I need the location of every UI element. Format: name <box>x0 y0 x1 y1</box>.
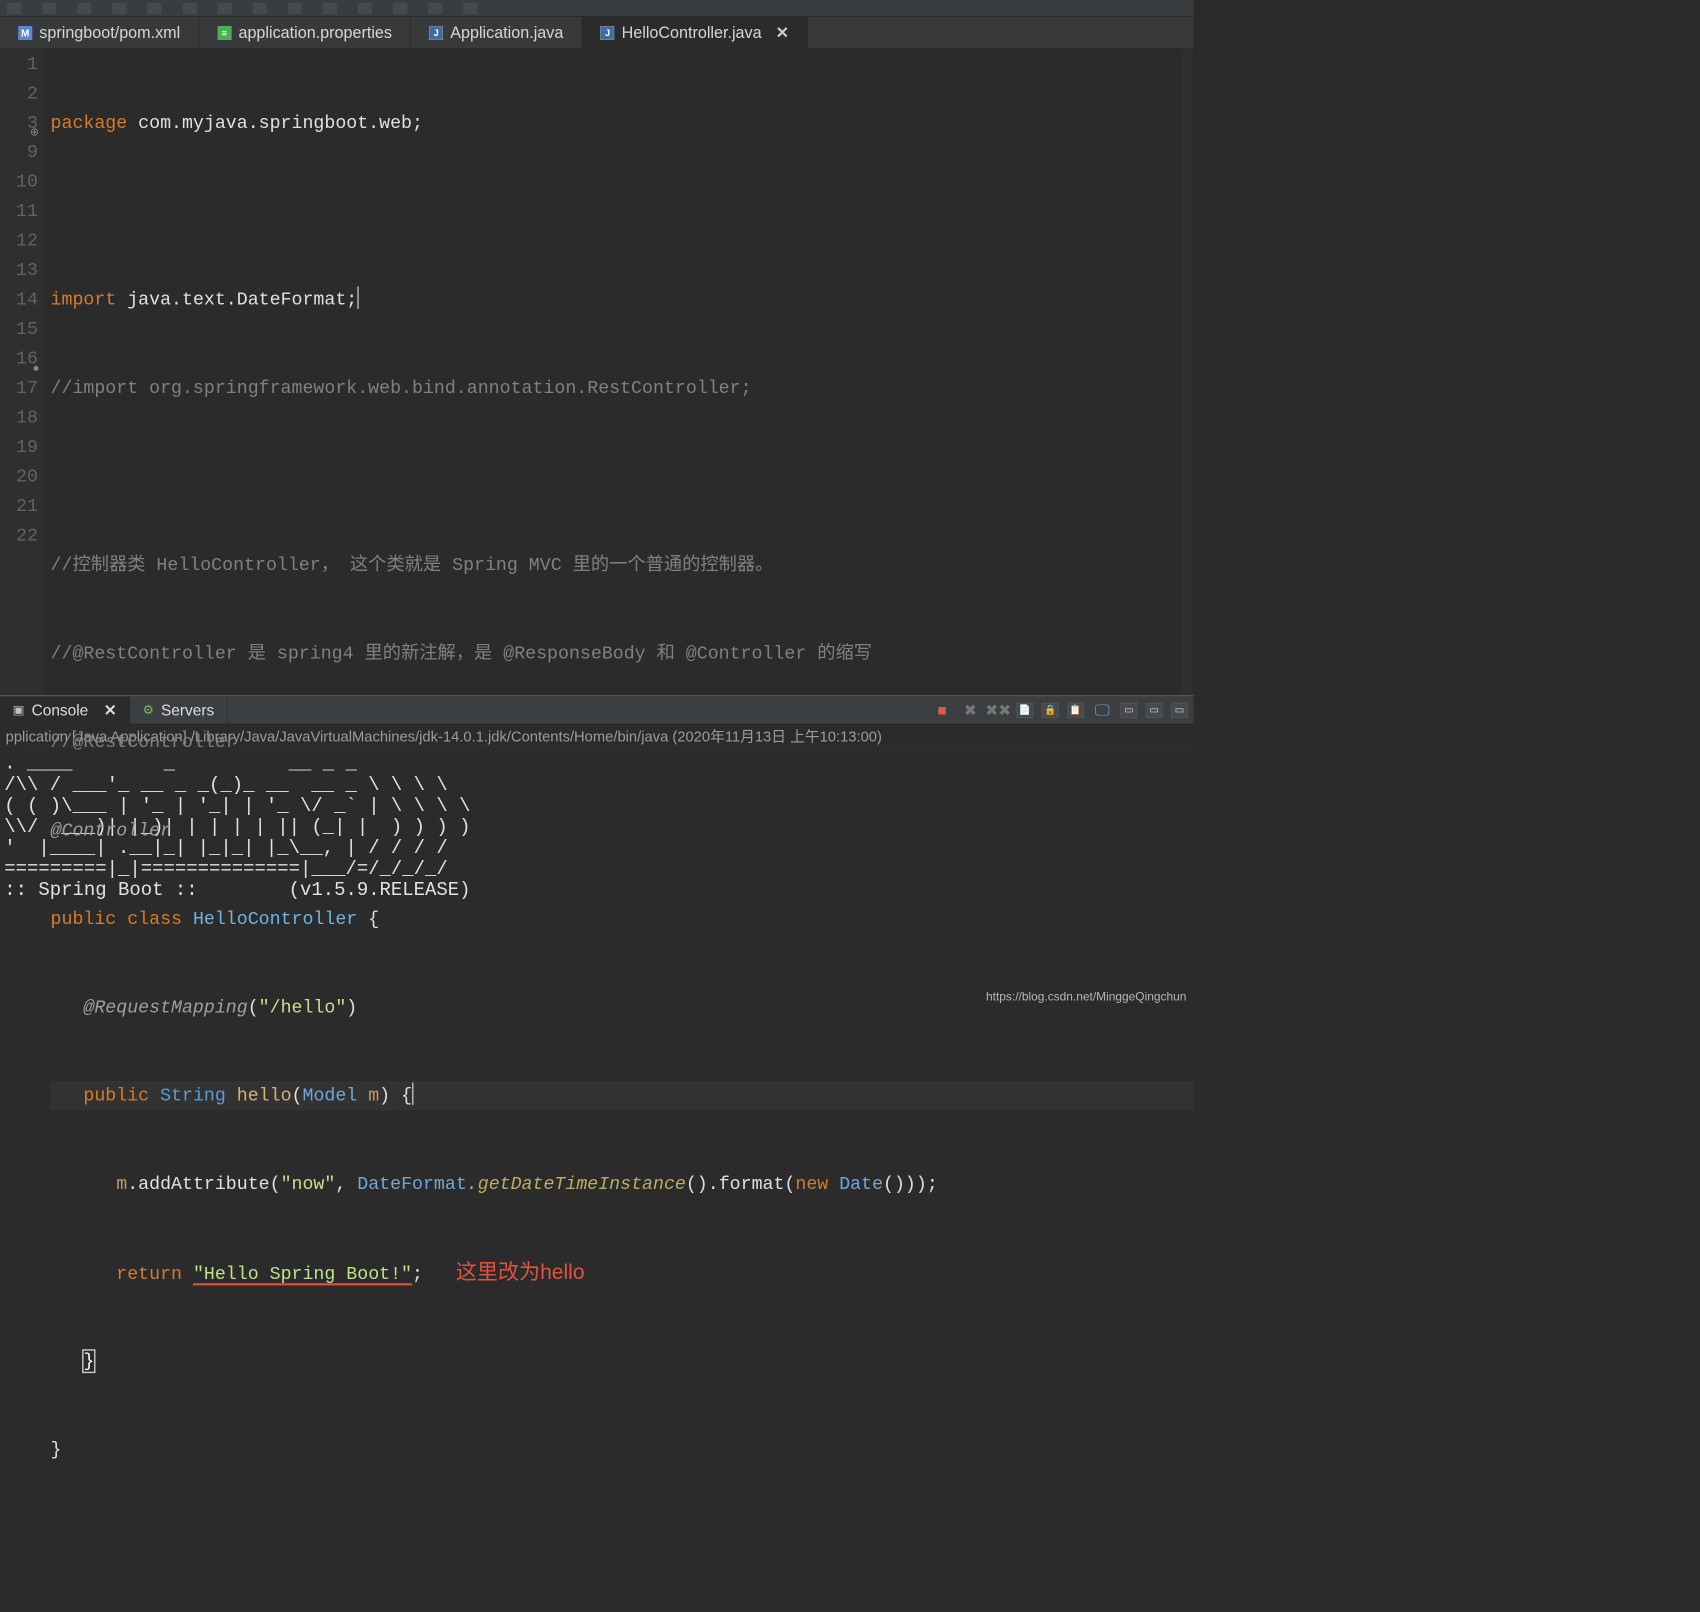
tab-label: HelloController.java <box>622 23 762 42</box>
panel-tab-label: Servers <box>161 701 214 719</box>
close-panel-tab-icon[interactable]: ✕ <box>104 701 117 719</box>
panel-tabs: ▣ Console ✕ ⚙ Servers ■ ✖ ✖✖ 📄 🔒 📋 🖵 ▭ ▭… <box>0 696 1193 724</box>
panel-tab-servers[interactable]: ⚙ Servers <box>130 696 228 723</box>
line-number-gutter: 1 2 3⊕ 9 10 11 12 13 14 15 16● 17 18 19 … <box>0 49 44 695</box>
editor-vertical-scrollbar[interactable] <box>1182 49 1193 695</box>
java-file-icon: J <box>601 26 615 40</box>
terminate-icon[interactable]: ■ <box>932 700 952 720</box>
tab-pom-xml[interactable]: M springboot/pom.xml <box>0 17 199 49</box>
servers-icon: ⚙ <box>143 703 154 718</box>
tab-application-java[interactable]: J Application.java <box>411 17 582 49</box>
minimize-icon[interactable]: ▭ <box>1146 702 1163 717</box>
pin-console-icon[interactable]: 📋 <box>1067 702 1084 717</box>
remove-all-icon[interactable]: ✖✖ <box>988 700 1008 720</box>
tab-hellocontroller-java[interactable]: J HelloController.java ✕ <box>582 17 808 49</box>
remove-launch-icon[interactable]: ✖ <box>960 700 980 720</box>
code-area[interactable]: package com.myjava.springboot.web; impor… <box>44 49 1194 695</box>
tab-label: springboot/pom.xml <box>39 23 180 42</box>
panel-tab-label: Console <box>32 701 89 719</box>
fold-expand-icon[interactable]: ⊕ <box>29 118 39 128</box>
properties-file-icon: ≡ <box>217 26 231 40</box>
code-editor[interactable]: 1 2 3⊕ 9 10 11 12 13 14 15 16● 17 18 19 … <box>0 49 1193 695</box>
tab-label: application.properties <box>238 23 391 42</box>
editor-tabs: M springboot/pom.xml ≡ application.prope… <box>0 17 1193 49</box>
text-caret <box>357 286 358 308</box>
tab-label: Application.java <box>450 23 563 42</box>
text-caret <box>412 1082 413 1104</box>
close-tab-icon[interactable]: ✕ <box>776 23 790 42</box>
maximize-icon[interactable]: ▭ <box>1171 702 1188 717</box>
top-toolbar <box>0 0 1193 17</box>
tab-application-properties[interactable]: ≡ application.properties <box>199 17 411 49</box>
console-icon: ▣ <box>13 703 25 718</box>
watermark-text: https://blog.csdn.net/MinggeQingchun <box>986 990 1186 1004</box>
panel-tab-console[interactable]: ▣ Console ✕ <box>0 696 130 723</box>
java-file-icon: J <box>429 26 443 40</box>
clear-console-icon[interactable]: 📄 <box>1016 702 1033 717</box>
override-marker-icon[interactable]: ● <box>29 354 39 364</box>
scroll-lock-icon[interactable]: 🔒 <box>1042 702 1059 717</box>
console-toolbar: ■ ✖ ✖✖ 📄 🔒 📋 🖵 ▭ ▭ ▭ <box>932 696 1188 723</box>
xml-file-icon: M <box>18 26 32 40</box>
open-console-icon[interactable]: ▭ <box>1120 702 1137 717</box>
display-selected-icon[interactable]: 🖵 <box>1092 700 1112 720</box>
annotation-note: 这里改为hello <box>456 1261 585 1284</box>
